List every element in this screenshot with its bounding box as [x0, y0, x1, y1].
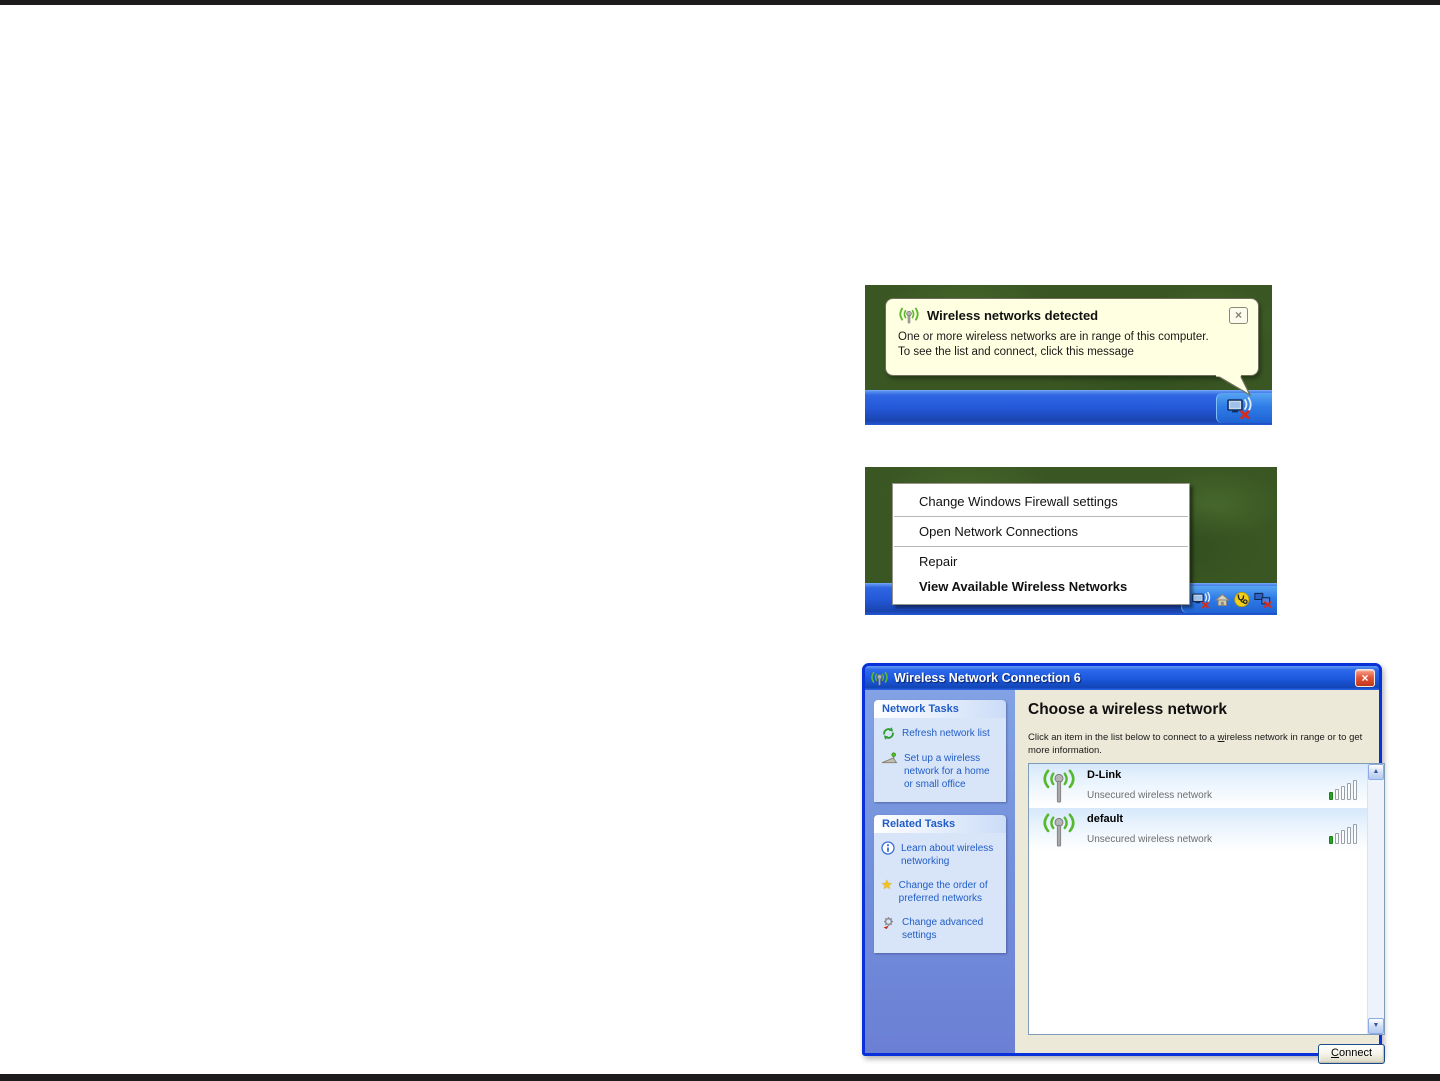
wireless-signal-icon [898, 307, 920, 324]
signal-strength-indicator [1329, 823, 1357, 844]
network-security-label: Unsecured wireless network [1087, 789, 1213, 801]
network-row-default[interactable]: default Unsecured wireless network [1029, 807, 1367, 852]
close-icon[interactable]: × [1229, 307, 1248, 324]
window-close-icon[interactable]: × [1355, 669, 1375, 687]
wireless-network-connection-window: Wireless Network Connection 6 × Network … [862, 663, 1385, 1064]
menu-item-view-available-wireless-networks[interactable]: View Available Wireless Networks [893, 574, 1189, 599]
home-tray-icon[interactable] [1215, 593, 1230, 607]
gear-icon [881, 915, 896, 930]
task-change-advanced-settings[interactable]: Change advanced settings [881, 916, 1000, 942]
balloon-title: Wireless networks detected [927, 308, 1099, 323]
task-refresh-network-list[interactable]: Refresh network list [881, 727, 1000, 741]
network-name: D-Link [1087, 768, 1122, 781]
document-page: Wireless networks detected × One or more… [0, 0, 1440, 1081]
menu-item-repair[interactable]: Repair [893, 549, 1189, 574]
page-title: Choose a wireless network [1028, 701, 1227, 718]
connect-button[interactable]: Connect [1318, 1043, 1385, 1064]
wireless-antenna-icon [1040, 767, 1078, 805]
screenshot-tray-context-menu: Change Windows Firewall settings Open Ne… [865, 467, 1277, 615]
menu-separator [894, 516, 1188, 517]
window-titlebar[interactable]: Wireless Network Connection 6 × [865, 666, 1379, 690]
task-learn-about-wireless[interactable]: Learn about wireless networking [881, 842, 1000, 868]
wireless-network-list: D-Link Unsecured wireless network defaul… [1028, 762, 1385, 1035]
task-setup-wireless-network[interactable]: Set up a wireless network for a home or … [881, 752, 1000, 791]
signal-strength-indicator [1329, 779, 1357, 800]
network-tasks-panel: Network Tasks Refresh network list Set u… [874, 700, 1006, 802]
lan-error-tray-icon[interactable] [1254, 591, 1271, 608]
balloon-message: One or more wireless networks are in ran… [898, 331, 1209, 359]
page-top-border [0, 0, 1440, 5]
instruction-text: Click an item in the list below to conne… [1028, 732, 1363, 756]
star-icon: ★ [881, 877, 893, 892]
list-scrollbar[interactable]: ▲ ▼ [1367, 763, 1384, 1034]
scroll-up-icon[interactable]: ▲ [1368, 763, 1384, 780]
balloon-tail [1214, 375, 1252, 397]
network-diagnostic-tray-icon[interactable] [1234, 591, 1250, 608]
menu-item-open-network-connections[interactable]: Open Network Connections [893, 519, 1189, 544]
wireless-network-error-tray-icon[interactable] [1227, 397, 1253, 419]
wireless-signal-icon [870, 671, 889, 686]
task-change-preferred-order[interactable]: ★ Change the order of preferred networks [881, 877, 1000, 905]
network-name: default [1087, 812, 1124, 825]
system-tray [1181, 586, 1277, 613]
menu-separator [894, 546, 1188, 547]
menu-item-change-firewall[interactable]: Change Windows Firewall settings [893, 489, 1189, 514]
panel-header-related-tasks[interactable]: Related Tasks [874, 815, 1006, 833]
task-pane-sidebar: Network Tasks Refresh network list Set u… [865, 690, 1015, 1053]
scroll-down-icon[interactable]: ▼ [1368, 1017, 1384, 1034]
info-icon [881, 841, 895, 855]
wireless-setup-icon [881, 751, 898, 765]
wireless-network-error-tray-icon[interactable] [1192, 591, 1211, 609]
wireless-detected-balloon[interactable]: Wireless networks detected × One or more… [885, 298, 1259, 376]
refresh-icon [881, 726, 896, 741]
main-panel: Choose a wireless network Click an item … [1015, 690, 1396, 1064]
wireless-antenna-icon [1040, 811, 1078, 849]
window-title: Wireless Network Connection 6 [894, 671, 1081, 685]
system-tray [1216, 393, 1272, 423]
screenshot-wireless-detected: Wireless networks detected × One or more… [865, 285, 1272, 425]
page-bottom-border [0, 1074, 1440, 1081]
network-security-label: Unsecured wireless network [1087, 833, 1213, 845]
related-tasks-panel: Related Tasks Learn about wireless netwo… [874, 815, 1006, 953]
network-row-dlink[interactable]: D-Link Unsecured wireless network [1029, 763, 1367, 808]
tray-context-menu: Change Windows Firewall settings Open Ne… [892, 483, 1190, 605]
panel-header-network-tasks[interactable]: Network Tasks [874, 700, 1006, 718]
